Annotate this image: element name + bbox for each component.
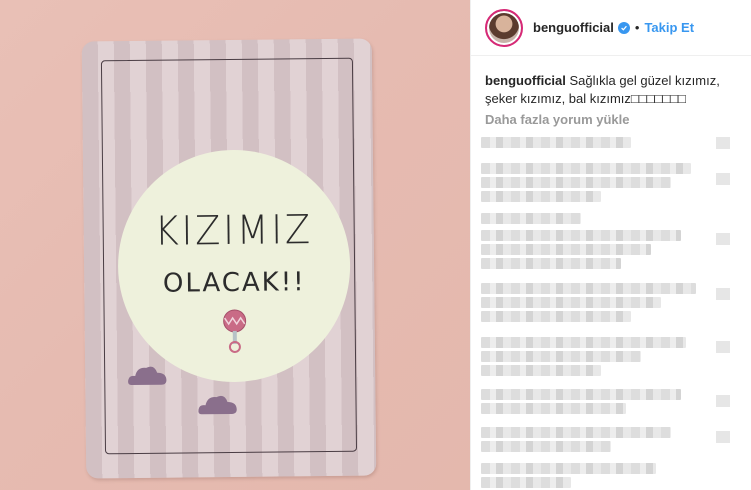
caption-username[interactable]: benguofficial (485, 73, 566, 88)
blurred-comment (481, 137, 631, 148)
blurred-comment (481, 230, 681, 241)
follow-button[interactable]: Takip Et (644, 20, 694, 35)
blurred-comment (481, 163, 691, 174)
card-subtitle: OLACAK!! (162, 267, 306, 299)
comments-list-blurred (481, 133, 751, 490)
blurred-comment (481, 213, 581, 224)
rattle-icon (223, 309, 247, 353)
load-more-comments-link[interactable]: Daha fazla yorum yükle (485, 112, 630, 127)
blurred-comment (481, 389, 681, 400)
verified-badge-icon (617, 21, 630, 34)
blurred-comment (481, 477, 571, 488)
blurred-comment (481, 441, 611, 452)
blurred-comment (481, 463, 656, 474)
post-header: benguofficial • Takip Et (471, 0, 751, 56)
blurred-like-icon (716, 288, 730, 300)
blurred-comment (481, 427, 671, 438)
blurred-like-icon (716, 431, 730, 443)
post-caption: benguofficial Sağlıkla gel güzel kızımız… (485, 72, 740, 108)
blurred-comment (481, 191, 601, 202)
separator-dot: • (634, 20, 640, 35)
blurred-comment (481, 403, 626, 414)
blurred-like-icon (716, 341, 730, 353)
cloud-icon (198, 395, 237, 415)
post-side-panel: benguofficial • Takip Et benguofficial S… (470, 0, 751, 490)
blurred-comment (481, 311, 631, 322)
post-photo[interactable]: KIZIMIZ OLACAK!! (0, 0, 470, 490)
blurred-comment (481, 297, 661, 308)
blurred-comment (481, 283, 696, 294)
blurred-comment (481, 351, 641, 362)
blurred-comment (481, 244, 651, 255)
avatar[interactable] (485, 8, 523, 47)
header-username[interactable]: benguofficial (533, 20, 614, 35)
blurred-comment (481, 177, 671, 188)
blurred-like-icon (716, 233, 730, 245)
card-title: KIZIMIZ (154, 207, 314, 255)
blurred-like-icon (716, 137, 730, 149)
blurred-like-icon (716, 395, 730, 407)
blurred-like-icon (716, 173, 730, 185)
blurred-comment (481, 258, 621, 269)
blurred-comment (481, 337, 686, 348)
announcement-card: KIZIMIZ OLACAK!! (81, 38, 377, 479)
cloud-icon (128, 366, 167, 386)
blurred-comment (481, 365, 601, 376)
